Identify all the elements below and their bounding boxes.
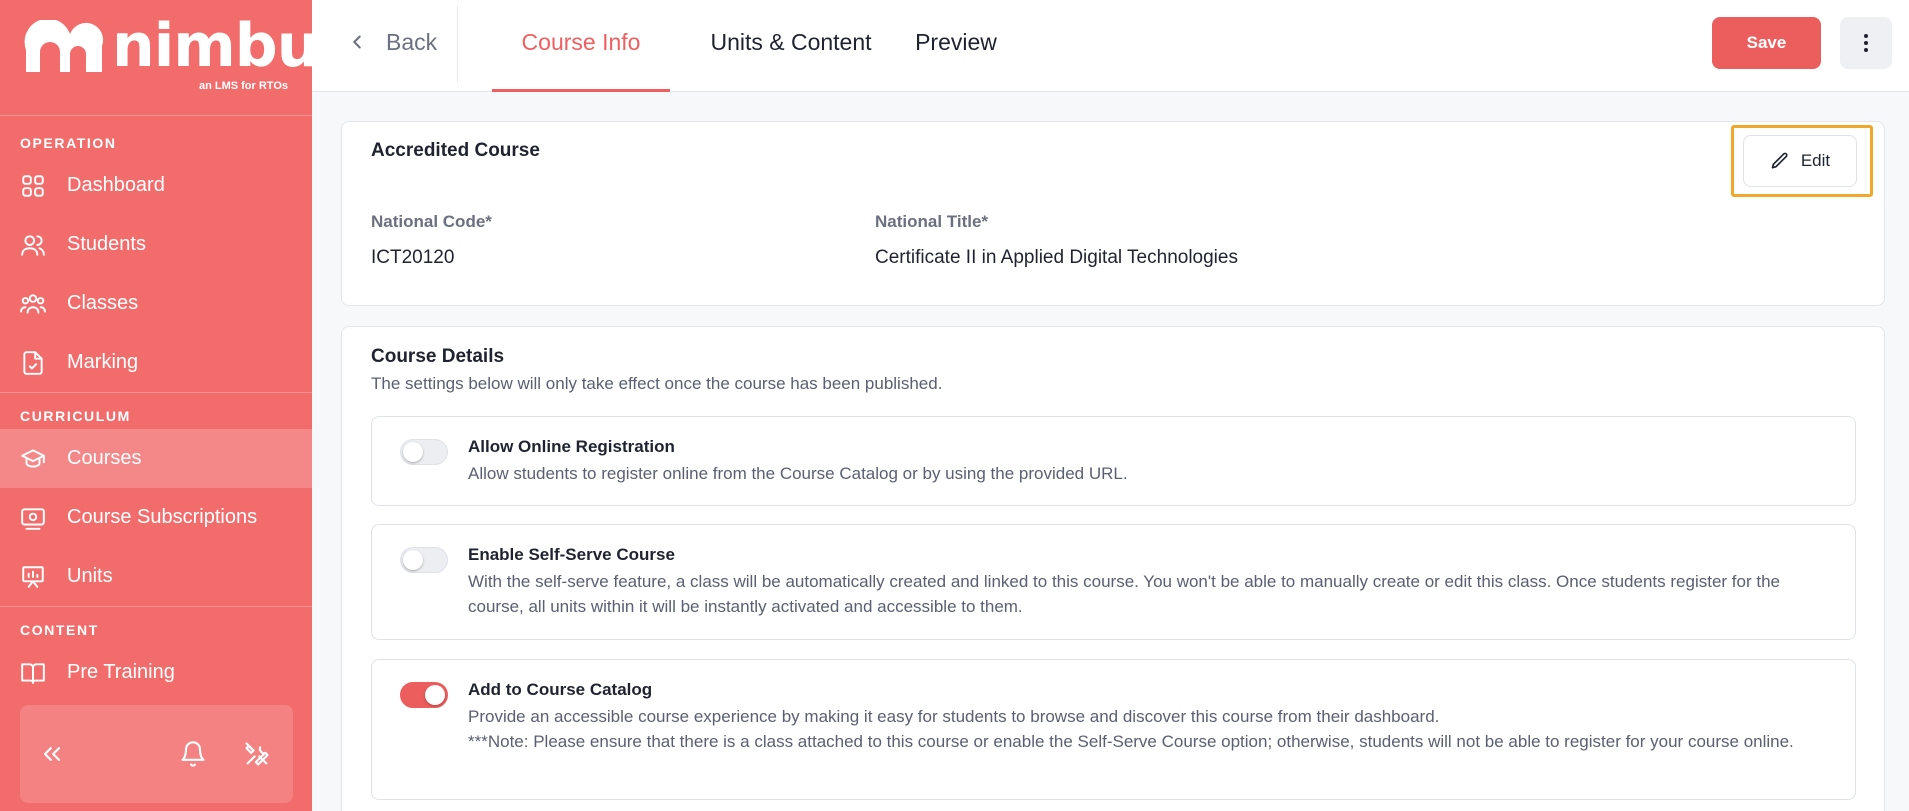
sidebar-item-label: Dashboard	[67, 174, 165, 196]
pencil-icon	[1771, 152, 1788, 169]
sidebar-item-dashboard[interactable]: Dashboard	[0, 156, 312, 215]
sidebar-item-label: Courses	[67, 447, 142, 469]
course-details-title: Course Details	[371, 346, 505, 367]
tab-preview[interactable]: Preview	[912, 0, 1000, 92]
toggle-knob	[403, 442, 423, 462]
sidebar-footer	[20, 705, 293, 803]
setting-description: Provide an accessible course experience …	[468, 704, 1838, 754]
section-label-content: CONTENT	[20, 622, 99, 638]
notifications-button[interactable]	[177, 738, 209, 770]
sidebar-item-label: Course Subscriptions	[67, 506, 258, 528]
sidebar-item-marking[interactable]: Marking	[0, 333, 312, 392]
back-label: Back	[386, 28, 438, 55]
allow-online-registration-toggle[interactable]	[400, 439, 448, 465]
sidebar-item-label: Marking	[67, 351, 139, 373]
marking-icon	[20, 350, 46, 376]
chevron-left-icon	[353, 35, 361, 49]
sidebar-item-label: Students	[67, 233, 146, 255]
brand-tagline: an LMS for RTOs	[198, 80, 288, 92]
sidebar-item-classes[interactable]: Classes	[0, 274, 312, 333]
setting-enable-self-serve-course: Enable Self-Serve Course With the self-s…	[371, 524, 1856, 640]
setting-title: Add to Course Catalog	[468, 680, 653, 699]
tools-icon	[245, 742, 269, 766]
accredited-course-card: Accredited Course Edit National Code* IC…	[341, 121, 1885, 306]
book-icon	[20, 660, 46, 686]
graduation-cap-icon	[20, 446, 46, 472]
sidebar-item-label: Pre Training	[67, 661, 175, 683]
enable-self-serve-course-toggle[interactable]	[400, 547, 448, 573]
subscription-icon	[20, 505, 46, 531]
sidebar-item-units[interactable]: Units	[0, 547, 312, 606]
setting-allow-online-registration: Allow Online Registration Allow students…	[371, 416, 1856, 506]
dashboard-icon	[20, 173, 46, 199]
tab-course-info[interactable]: Course Info	[492, 0, 670, 92]
sidebar-item-label: Classes	[67, 292, 139, 314]
sidebar-item-course-subscriptions[interactable]: Course Subscriptions	[0, 488, 312, 547]
tools-button[interactable]	[241, 738, 273, 770]
brand-logo[interactable]: nimbu an LMS for RTOs	[0, 0, 319, 116]
section-label-curriculum: CURRICULUM	[20, 408, 131, 424]
classes-icon	[20, 291, 46, 317]
national-title-label: National Title*	[875, 212, 989, 231]
accredited-course-title: Accredited Course	[371, 140, 540, 161]
sidebar-item-pre-training[interactable]: Pre Training	[0, 643, 312, 702]
section-divider	[0, 606, 312, 607]
setting-description-text: Provide an accessible course experience …	[468, 707, 1440, 726]
more-vertical-icon	[1864, 34, 1868, 52]
bell-icon	[181, 741, 205, 767]
course-details-card: Course Details The settings below will o…	[341, 326, 1885, 811]
national-code-label: National Code*	[371, 212, 492, 231]
setting-title: Enable Self-Serve Course	[468, 545, 675, 564]
double-chevron-left-icon	[43, 747, 61, 761]
back-button[interactable]: Back	[346, 22, 437, 62]
brand-name: nimbu	[112, 11, 319, 81]
edit-button[interactable]: Edit	[1743, 135, 1857, 187]
course-details-subtitle: The settings below will only take effect…	[371, 374, 943, 393]
national-title-value: Certificate II in Applied Digital Techno…	[875, 247, 1238, 268]
save-button[interactable]: Save	[1712, 17, 1821, 69]
setting-description: With the self-serve feature, a class wil…	[468, 572, 1780, 616]
setting-title: Allow Online Registration	[468, 437, 675, 456]
setting-note: ***Note: Please ensure that there is a c…	[468, 732, 1794, 751]
nimbu-cloud-logo-icon	[24, 20, 104, 72]
section-label-operation: OPERATION	[20, 135, 117, 151]
sidebar-item-courses[interactable]: Courses	[0, 429, 312, 488]
sidebar-item-label: Units	[67, 565, 113, 587]
national-code-value: ICT20120	[371, 247, 455, 268]
sidebar-item-students[interactable]: Students	[0, 215, 312, 274]
divider	[457, 6, 458, 82]
section-divider	[0, 392, 312, 393]
edit-label: Edit	[1800, 151, 1831, 170]
sidebar: nimbu an LMS for RTOs OPERATION Dashboar…	[0, 0, 319, 811]
add-to-course-catalog-toggle[interactable]	[400, 682, 448, 708]
units-icon	[20, 564, 46, 590]
toggle-knob	[425, 685, 445, 705]
top-bar: Back Course Info Units & Content Preview…	[312, 0, 1909, 92]
toggle-knob	[403, 550, 423, 570]
students-icon	[20, 232, 46, 258]
setting-description: Allow students to register online from t…	[468, 464, 1128, 483]
tab-units-content[interactable]: Units & Content	[698, 0, 884, 92]
collapse-sidebar-button[interactable]	[36, 738, 68, 770]
more-options-button[interactable]	[1840, 17, 1892, 69]
setting-add-to-course-catalog: Add to Course Catalog Provide an accessi…	[371, 659, 1856, 800]
